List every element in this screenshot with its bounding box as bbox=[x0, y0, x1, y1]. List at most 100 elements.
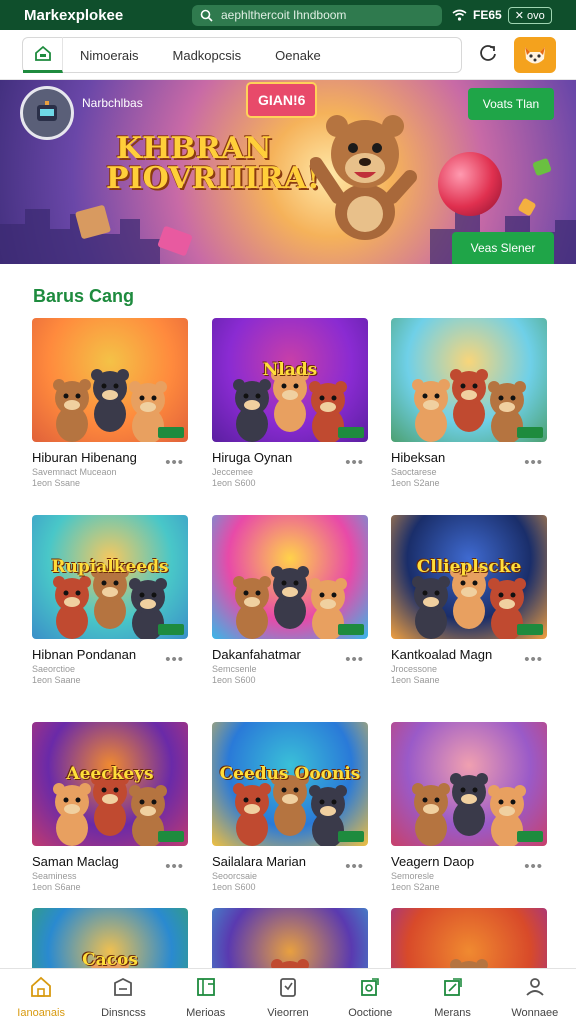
game-meta: 1eon Saane bbox=[391, 675, 440, 685]
nav-home-button[interactable] bbox=[23, 37, 63, 73]
more-options-icon[interactable]: ••• bbox=[524, 454, 543, 471]
card-tag bbox=[517, 624, 543, 635]
banner-avatar[interactable] bbox=[20, 86, 74, 140]
characters-illustration bbox=[412, 369, 526, 442]
search-bar[interactable] bbox=[192, 4, 442, 26]
app-title: Markexplokee bbox=[24, 6, 124, 24]
game-card[interactable]: Cllieplscke Kantkoalad Magn Jrocessone 1eon… bbox=[391, 515, 547, 685]
bottom-nav-item[interactable]: Wonnaee bbox=[494, 969, 576, 1024]
banner-username: Narbchlbas bbox=[82, 96, 143, 110]
game-card[interactable]: Hiburan Hibenang Savemnact Muceaon 1eon Ss… bbox=[32, 318, 188, 488]
game-thumbnail[interactable] bbox=[212, 515, 368, 639]
card-tag bbox=[158, 427, 184, 438]
status-text: FE65 bbox=[473, 8, 502, 22]
refresh-button[interactable] bbox=[478, 43, 498, 68]
bottom-nav-label: Merans bbox=[434, 1007, 471, 1019]
refresh-icon bbox=[480, 45, 496, 61]
more-options-icon[interactable]: ••• bbox=[165, 454, 184, 471]
bottom-nav-label: Ooctione bbox=[348, 1007, 393, 1019]
game-meta: 1eon S2ane bbox=[391, 882, 440, 892]
banner-cta-top-button[interactable]: Voats Tlan bbox=[468, 88, 554, 120]
card-tag bbox=[517, 831, 543, 842]
thumbnail-title: Rupialkeeds bbox=[51, 557, 169, 578]
updates-icon bbox=[441, 975, 465, 1004]
tab-oenake[interactable]: Oenake bbox=[258, 48, 338, 63]
game-thumbnail[interactable] bbox=[32, 318, 188, 442]
game-card[interactable]: Aeeckeys Saman Maclag Seaminess 1eon S6ane •… bbox=[32, 722, 188, 892]
banner-headline: KHBRAN PIOVRIIIRA! bbox=[106, 134, 320, 194]
more-options-icon[interactable]: ••• bbox=[165, 858, 184, 875]
tab-nimoerais[interactable]: Nimoerais bbox=[63, 48, 156, 63]
game-thumbnail[interactable]: Aeeckeys bbox=[32, 722, 188, 846]
game-thumbnail[interactable]: Ceedus Ooonis bbox=[212, 722, 368, 846]
game-card[interactable]: Veagern Daop Semoresle 1eon S2ane ••• bbox=[391, 722, 547, 892]
reviews-icon bbox=[276, 975, 300, 1004]
user-avatar-button[interactable] bbox=[514, 37, 556, 73]
bottom-nav-item[interactable]: Merans bbox=[411, 969, 493, 1024]
characters-illustration bbox=[233, 566, 347, 639]
game-thumbnail[interactable]: Nlads bbox=[212, 318, 368, 442]
status-chip[interactable]: ✕ ovo bbox=[507, 6, 552, 24]
bottom-nav-item[interactable]: Merioas bbox=[165, 969, 247, 1024]
bottom-nav-item[interactable]: Vieorren bbox=[247, 969, 329, 1024]
characters-illustration bbox=[412, 773, 526, 846]
thumbnail-title: Ceedus Ooonis bbox=[219, 764, 361, 785]
section-title: Barus Cang bbox=[33, 286, 135, 306]
game-thumbnail[interactable]: Rupialkeeds bbox=[32, 515, 188, 639]
more-options-icon[interactable]: ••• bbox=[524, 858, 543, 875]
fox-avatar-icon bbox=[525, 47, 545, 64]
card-tag bbox=[158, 831, 184, 842]
nav-bar: Nimoerais Madkopcsis Oenake bbox=[0, 30, 576, 80]
promo-banner[interactable]: Narbchlbas GIAN!6 KHBRAN PIOVRIIIRA! Voa… bbox=[0, 80, 576, 264]
home-icon bbox=[34, 45, 51, 61]
banner-badge: GIAN!6 bbox=[246, 82, 318, 118]
more-options-icon[interactable]: ••• bbox=[345, 858, 364, 875]
game-card[interactable]: Dakanfahatmar Semcsenle 1eon S600 ••• bbox=[212, 515, 368, 685]
library-icon bbox=[194, 975, 218, 1004]
card-tag bbox=[338, 624, 364, 635]
nav-tabs: Nimoerais Madkopcsis Oenake bbox=[22, 37, 462, 73]
banner-cta-bottom-button[interactable]: Veas Slener bbox=[452, 232, 554, 264]
home-icon bbox=[29, 975, 53, 1004]
game-meta: 1eon S600 bbox=[212, 882, 256, 892]
bottom-nav-label: Ianoanais bbox=[17, 1007, 65, 1019]
thumbnail-title: Cllieplscke bbox=[416, 557, 522, 578]
game-meta: 1eon S600 bbox=[212, 478, 256, 488]
game-card[interactable]: Nlads Hiruga Oynan Jeccemee 1eon S600 ••• bbox=[212, 318, 368, 488]
more-options-icon[interactable]: ••• bbox=[345, 454, 364, 471]
game-meta: 1eon S600 bbox=[212, 675, 256, 685]
decor-ball bbox=[438, 152, 502, 216]
robot-avatar-icon bbox=[37, 101, 57, 121]
bottom-nav-label: Merioas bbox=[186, 1007, 226, 1019]
wifi-icon bbox=[452, 9, 467, 21]
more-options-icon[interactable]: ••• bbox=[165, 651, 184, 668]
game-card[interactable]: Ceedus Ooonis Sailalara Marian Seoorcsaie 1… bbox=[212, 722, 368, 892]
game-meta: 1eon Ssane bbox=[32, 478, 81, 488]
game-meta: 1eon S2ane bbox=[391, 478, 440, 488]
profile-icon bbox=[523, 975, 547, 1004]
discover-icon bbox=[111, 975, 135, 1004]
bottom-nav-item[interactable]: Ianoanais bbox=[0, 969, 82, 1024]
bottom-nav: Ianoanais Dinsncss Merioas Vieorren Ooctione… bbox=[0, 968, 576, 1024]
game-thumbnail[interactable]: Cllieplscke bbox=[391, 515, 547, 639]
search-icon bbox=[200, 9, 213, 22]
tab-madkopcsis[interactable]: Madkopcsis bbox=[156, 48, 259, 63]
game-card[interactable]: Hibeksan Saoctarese 1eon S2ane ••• bbox=[391, 318, 547, 488]
card-tag bbox=[517, 427, 543, 438]
game-card[interactable]: Rupialkeeds Hibnan Pondanan Saeorctioe 1eon… bbox=[32, 515, 188, 685]
card-tag bbox=[158, 624, 184, 635]
thumbnail-title: Nlads bbox=[262, 360, 318, 381]
game-thumbnail[interactable] bbox=[391, 722, 547, 846]
status-bar: Markexplokee FE65 ✕ ovo bbox=[0, 0, 576, 30]
headline-line-1: KHBRAN bbox=[116, 131, 272, 166]
collection-icon bbox=[358, 975, 382, 1004]
more-options-icon[interactable]: ••• bbox=[524, 651, 543, 668]
bottom-nav-item[interactable]: Dinsncss bbox=[82, 969, 164, 1024]
more-options-icon[interactable]: ••• bbox=[345, 651, 364, 668]
game-thumbnail[interactable] bbox=[391, 318, 547, 442]
bottom-nav-label: Dinsncss bbox=[101, 1007, 146, 1019]
bottom-nav-item[interactable]: Ooctione bbox=[329, 969, 411, 1024]
card-tag bbox=[338, 831, 364, 842]
bottom-nav-label: Vieorren bbox=[267, 1007, 309, 1019]
search-input[interactable] bbox=[221, 8, 421, 22]
